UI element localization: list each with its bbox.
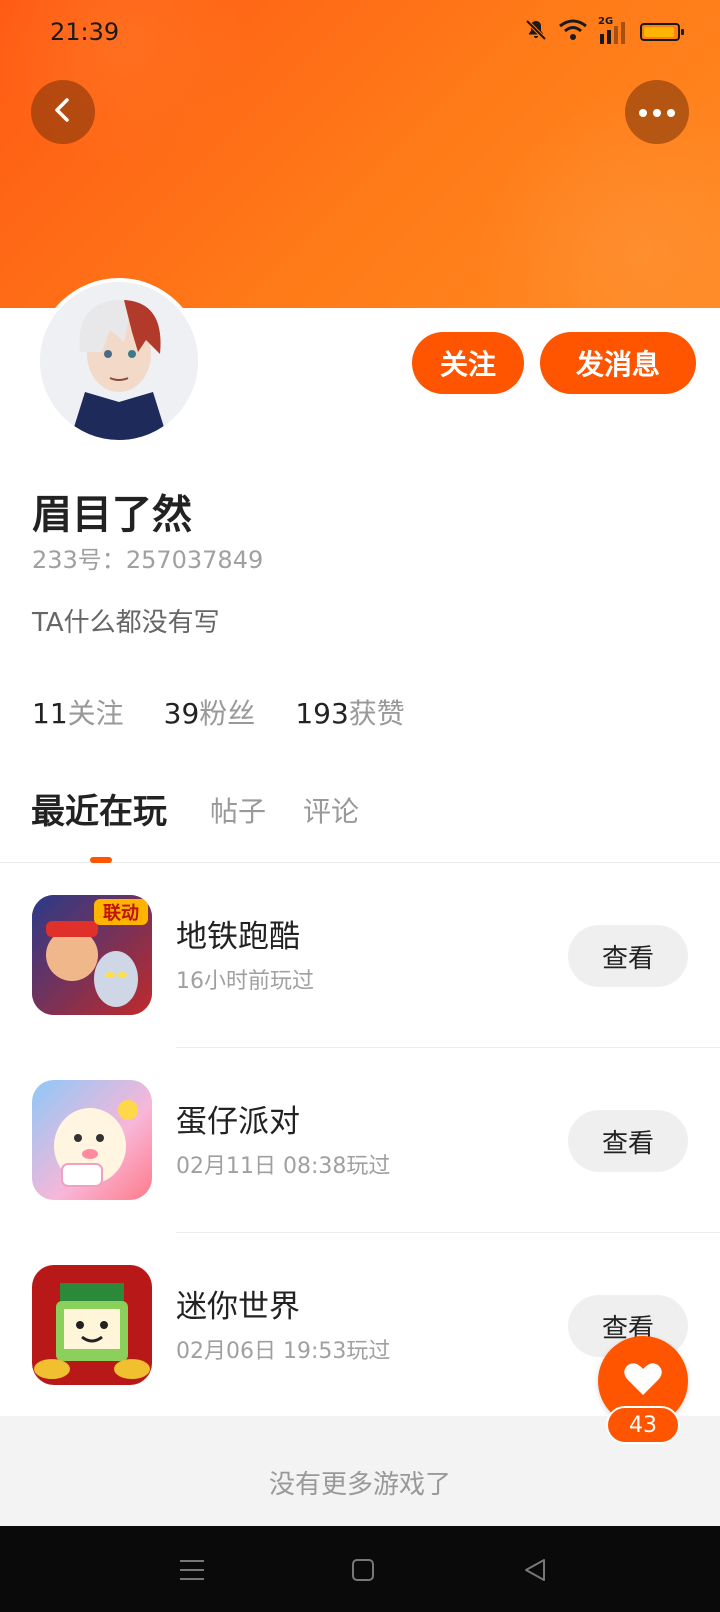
uid-label: 233号：	[32, 546, 126, 574]
view-button[interactable]: 查看	[568, 1110, 688, 1172]
game-icon	[32, 1265, 152, 1385]
back-triangle-icon[interactable]	[515, 1550, 555, 1590]
more-options-button[interactable]	[625, 80, 689, 144]
list-item[interactable]: 联动 地铁跑酷 16小时前玩过 查看	[0, 863, 720, 1048]
stat-followers[interactable]: 39粉丝	[164, 692, 256, 732]
profile-bio: TA什么都没有写	[32, 608, 220, 638]
stat-value: 193	[295, 697, 349, 730]
stat-label: 获赞	[348, 697, 405, 730]
like-count-badge: 43	[606, 1406, 680, 1444]
view-button[interactable]: 查看	[568, 925, 688, 987]
game-last-played: 02月06日 19:53玩过	[176, 1339, 391, 1364]
game-name: 地铁跑酷	[176, 919, 300, 955]
status-bar: 21:39 2G	[0, 0, 720, 64]
profile-header-banner: 21:39 2G	[0, 0, 720, 308]
game-last-played: 16小时前玩过	[176, 969, 314, 994]
ellipsis-icon	[637, 103, 677, 122]
game-last-played: 02月11日 08:38玩过	[176, 1154, 391, 1179]
mute-bell-icon	[524, 18, 548, 46]
back-button[interactable]	[31, 80, 95, 144]
list-item[interactable]: 蛋仔派对 02月11日 08:38玩过 查看	[0, 1048, 720, 1233]
tab-comments[interactable]: 评论	[303, 790, 359, 830]
stat-likes[interactable]: 193获赞	[295, 692, 404, 732]
avatar[interactable]	[36, 278, 202, 444]
profile-tabs: 最近在玩 帖子 评论	[0, 778, 720, 863]
stat-following[interactable]: 11关注	[32, 692, 124, 732]
status-icons: 2G	[524, 16, 684, 46]
profile-uid: 233号：257037849	[32, 540, 263, 575]
tab-recently-played[interactable]: 最近在玩	[31, 784, 167, 833]
system-nav-bar	[0, 1526, 720, 1612]
game-icon: 联动	[32, 895, 152, 1015]
game-icon	[32, 1080, 152, 1200]
tab-posts[interactable]: 帖子	[210, 790, 266, 830]
wifi-icon	[558, 19, 588, 45]
battery-icon	[640, 23, 684, 41]
follow-button[interactable]: 关注	[412, 332, 524, 394]
send-message-button[interactable]: 发消息	[540, 332, 696, 394]
menu-icon[interactable]	[172, 1550, 212, 1590]
status-time: 21:39	[50, 18, 120, 46]
game-name: 迷你世界	[176, 1289, 300, 1325]
home-square-icon[interactable]	[343, 1550, 383, 1590]
stat-value: 11	[32, 697, 68, 730]
no-more-games-text: 没有更多游戏了	[268, 1470, 451, 1500]
game-name: 蛋仔派对	[176, 1104, 300, 1140]
stat-value: 39	[163, 697, 200, 730]
game-icon-badge: 联动	[103, 903, 139, 924]
profile-stats: 11关注 39粉丝 193获赞	[32, 692, 405, 732]
stat-label: 粉丝	[199, 697, 256, 730]
uid-value: 257037849	[125, 546, 264, 574]
heart-icon	[623, 1361, 663, 1401]
cellular-signal-icon: 2G	[598, 16, 630, 44]
stat-label: 关注	[67, 697, 124, 730]
network-type-label: 2G	[598, 16, 614, 27]
profile-name: 眉目了然	[32, 492, 192, 538]
chevron-left-icon	[49, 96, 77, 128]
